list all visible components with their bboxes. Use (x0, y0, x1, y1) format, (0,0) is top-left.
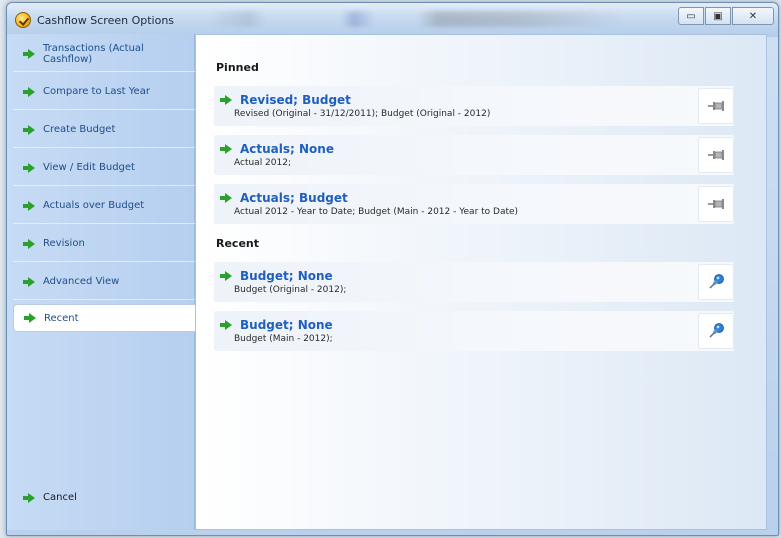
sidebar-item-compare-last-year[interactable]: Compare to Last Year (13, 74, 195, 110)
title-bar[interactable]: Cashflow Screen Options ▭ ▣ ✕ (7, 3, 778, 37)
item-title: Revised; Budget (240, 93, 351, 107)
sidebar-item-label: Create Budget (43, 124, 116, 135)
pinned-item[interactable]: Actuals; Budget Actual 2012 - Year to Da… (214, 184, 734, 224)
sidebar-item-label: Advanced View (43, 276, 120, 287)
green-arrow-icon (24, 313, 36, 323)
main-panel: Pinned Revised; Budget Revised (Original… (195, 34, 767, 530)
item-title: Budget; None (240, 318, 333, 332)
green-arrow-icon (23, 276, 35, 287)
green-arrow-icon (220, 193, 232, 203)
sidebar-item-label: Recent (44, 312, 79, 324)
green-arrow-icon (23, 48, 35, 59)
item-subtitle: Actual 2012; (234, 158, 291, 168)
green-arrow-icon (23, 238, 35, 249)
background-blur (207, 11, 627, 27)
green-arrow-icon (23, 162, 35, 173)
item-title: Actuals; Budget (240, 191, 348, 205)
unpin-icon (708, 150, 724, 160)
unpin-icon (708, 199, 724, 209)
item-subtitle: Budget (Original - 2012); (234, 285, 347, 295)
sidebar-item-advanced-view[interactable]: Advanced View (13, 264, 195, 300)
window-title: Cashflow Screen Options (37, 14, 175, 27)
pinned-item[interactable]: Actuals; None Actual 2012; (214, 135, 734, 175)
window-controls: ▭ ▣ ✕ (678, 7, 774, 25)
pushpin-icon (709, 323, 724, 338)
pinned-item[interactable]: Revised; Budget Revised (Original - 31/1… (214, 86, 734, 126)
cancel-label: Cancel (43, 492, 77, 503)
green-arrow-icon (220, 95, 232, 105)
green-arrow-icon (220, 320, 232, 330)
pinned-item-link[interactable]: Actuals; None (220, 142, 334, 156)
pin-button[interactable] (698, 264, 734, 300)
sidebar-item-label: Transactions (Actual Cashflow) (43, 42, 144, 65)
app-logo-icon (15, 12, 31, 28)
sidebar-item-create-budget[interactable]: Create Budget (13, 112, 195, 148)
green-arrow-icon (220, 271, 232, 281)
recent-item[interactable]: Budget; None Budget (Original - 2012); (214, 262, 734, 302)
sidebar: Transactions (Actual Cashflow) Compare t… (7, 34, 195, 530)
green-arrow-icon (23, 492, 35, 503)
sidebar-item-revision[interactable]: Revision (13, 226, 195, 262)
minimize-button[interactable]: ▭ (678, 7, 704, 25)
sidebar-item-transactions[interactable]: Transactions (Actual Cashflow) (13, 36, 195, 72)
cancel-button[interactable]: Cancel (23, 492, 77, 503)
sidebar-item-label: Compare to Last Year (43, 86, 150, 97)
pushpin-icon (709, 274, 724, 289)
sidebar-item-label: View / Edit Budget (43, 162, 135, 173)
maximize-button[interactable]: ▣ (705, 7, 731, 25)
pinned-heading: Pinned (216, 61, 259, 74)
green-arrow-icon (23, 86, 35, 97)
unpin-button[interactable] (698, 137, 734, 173)
sidebar-item-label: Actuals over Budget (43, 200, 145, 211)
green-arrow-icon (23, 124, 35, 135)
recent-item-link[interactable]: Budget; None (220, 318, 333, 332)
sidebar-item-view-edit-budget[interactable]: View / Edit Budget (13, 150, 195, 186)
item-subtitle: Budget (Main - 2012); (234, 334, 333, 344)
recent-item-link[interactable]: Budget; None (220, 269, 333, 283)
recent-item[interactable]: Budget; None Budget (Main - 2012); (214, 311, 734, 351)
item-subtitle: Actual 2012 - Year to Date; Budget (Main… (234, 207, 519, 217)
recent-heading: Recent (216, 237, 260, 250)
unpin-icon (708, 101, 724, 111)
pinned-item-link[interactable]: Revised; Budget (220, 93, 351, 107)
pin-button[interactable] (698, 313, 734, 349)
item-title: Budget; None (240, 269, 333, 283)
green-arrow-icon (220, 144, 232, 154)
unpin-button[interactable] (698, 88, 734, 124)
unpin-button[interactable] (698, 186, 734, 222)
green-arrow-icon (23, 200, 35, 211)
sidebar-item-actuals-over-budget[interactable]: Actuals over Budget (13, 188, 195, 224)
item-subtitle: Revised (Original - 31/12/2011); Budget … (234, 109, 491, 119)
close-button[interactable]: ✕ (732, 7, 774, 25)
sidebar-item-label: Revision (43, 238, 85, 249)
pinned-item-link[interactable]: Actuals; Budget (220, 191, 348, 205)
sidebar-item-recent[interactable]: Recent (13, 304, 195, 332)
item-title: Actuals; None (240, 142, 334, 156)
